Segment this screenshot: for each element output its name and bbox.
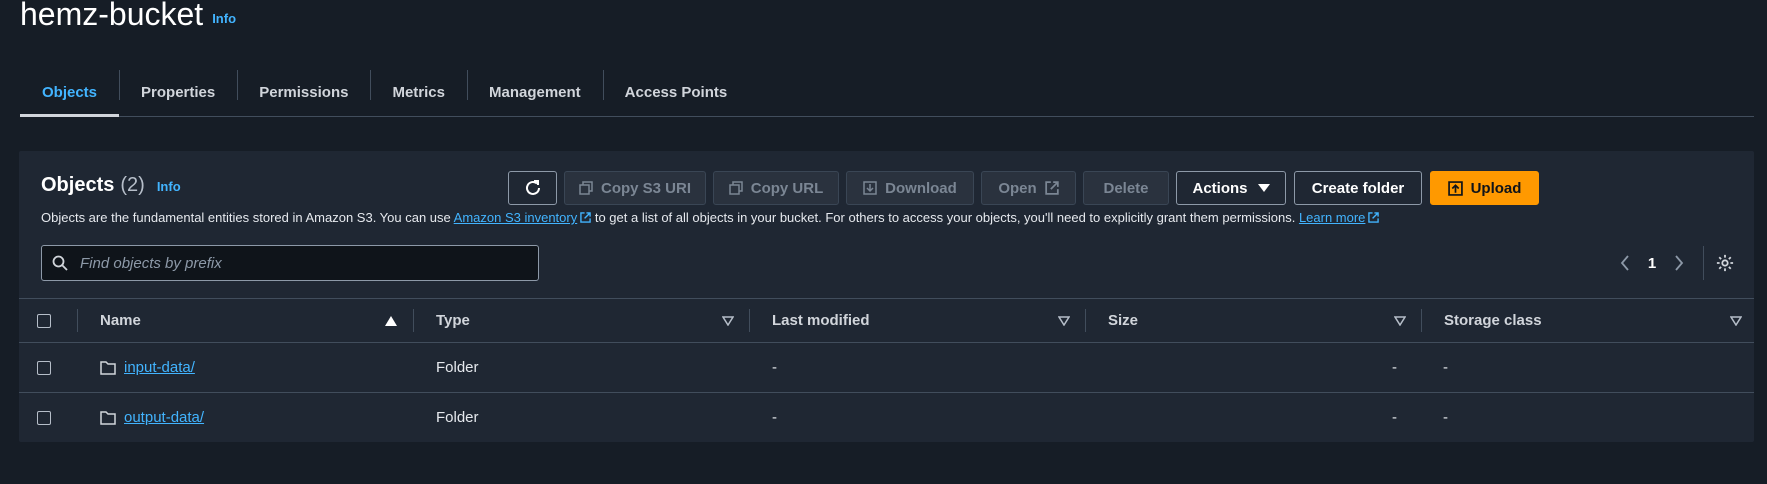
inventory-link-label: Amazon S3 inventory xyxy=(453,210,578,225)
gear-icon xyxy=(1716,254,1734,272)
select-all-checkbox[interactable] xyxy=(37,313,51,328)
row-checkbox[interactable] xyxy=(37,360,51,375)
column-header-storage-class[interactable]: Storage class xyxy=(1444,299,1542,342)
column-header-last-modified[interactable]: Last modified xyxy=(772,299,870,342)
column-header-name[interactable]: Name xyxy=(100,299,141,342)
upload-icon xyxy=(1447,180,1463,196)
tab-permissions[interactable]: Permissions xyxy=(237,68,370,116)
object-storage-class: - xyxy=(1443,359,1448,376)
object-type: Folder xyxy=(436,359,479,376)
sort-indicator-icon[interactable] xyxy=(722,316,734,326)
current-page-number[interactable]: 1 xyxy=(1639,255,1665,272)
object-last-modified: - xyxy=(772,359,777,376)
copy-icon xyxy=(579,181,593,195)
search-icon xyxy=(52,255,68,271)
object-size: - xyxy=(1392,359,1397,376)
sort-indicator-icon[interactable] xyxy=(1730,316,1742,326)
column-divider xyxy=(749,309,750,332)
actions-label: Actions xyxy=(1192,179,1248,197)
table-row: output-data/ Folder - - - xyxy=(19,393,1754,442)
tab-properties[interactable]: Properties xyxy=(119,68,237,116)
tab-metrics[interactable]: Metrics xyxy=(370,68,467,116)
caret-down-icon xyxy=(1257,184,1270,192)
objects-count: (2) xyxy=(120,174,145,196)
page-header: hemz-bucket Info xyxy=(20,0,236,32)
tab-access-points[interactable]: Access Points xyxy=(602,68,750,116)
description-text-prefix: Objects are the fundamental entities sto… xyxy=(41,210,454,225)
folder-icon xyxy=(100,360,116,375)
chevron-right-icon xyxy=(1675,255,1684,271)
copy-s3-uri-label: Copy S3 URI xyxy=(600,179,691,197)
table-header: Name Type Last modified Size Storage cla… xyxy=(19,298,1754,343)
search-box xyxy=(41,245,539,281)
bucket-tabs: Objects Properties Permissions Metrics M… xyxy=(20,68,1754,117)
folder-icon xyxy=(100,410,116,425)
column-divider xyxy=(1421,309,1422,332)
description-text-middle: to get a list of all objects in your buc… xyxy=(591,210,1299,225)
tab-objects[interactable]: Objects xyxy=(20,68,120,117)
objects-table: Name Type Last modified Size Storage cla… xyxy=(19,298,1754,442)
row-checkbox[interactable] xyxy=(37,410,51,425)
download-label: Download xyxy=(885,179,957,197)
column-header-size[interactable]: Size xyxy=(1108,299,1138,342)
open-button[interactable]: Open xyxy=(981,171,1076,205)
sort-indicator-icon[interactable] xyxy=(1394,316,1406,326)
column-divider xyxy=(413,309,414,332)
page-title: hemz-bucket xyxy=(20,0,204,32)
objects-header: Objects (2) Info xyxy=(41,174,181,197)
copy-icon xyxy=(729,181,743,195)
tab-management[interactable]: Management xyxy=(466,68,603,116)
column-divider xyxy=(77,309,78,332)
object-last-modified: - xyxy=(772,409,777,426)
external-link-icon xyxy=(580,212,592,223)
learn-more-link[interactable]: Learn more xyxy=(1298,210,1380,225)
previous-page-button[interactable] xyxy=(1611,255,1639,271)
table-row: input-data/ Folder - - - xyxy=(19,343,1754,393)
external-link-icon xyxy=(1044,181,1059,195)
sort-indicator-icon[interactable] xyxy=(1058,316,1070,326)
objects-info-link[interactable]: Info xyxy=(157,179,181,194)
object-size: - xyxy=(1392,409,1397,426)
copy-url-label: Copy URL xyxy=(750,179,824,197)
learn-more-label: Learn more xyxy=(1298,210,1366,225)
pagination: 1 xyxy=(1611,243,1734,283)
copy-s3-uri-button[interactable]: Copy S3 URI xyxy=(564,171,706,205)
object-storage-class: - xyxy=(1443,409,1448,426)
object-type: Folder xyxy=(436,409,479,426)
chevron-left-icon xyxy=(1620,255,1629,271)
column-header-type[interactable]: Type xyxy=(436,299,470,342)
object-name-link[interactable]: output-data/ xyxy=(124,409,204,426)
refresh-button[interactable] xyxy=(508,171,557,205)
external-link-icon xyxy=(1368,212,1380,223)
actions-dropdown-button[interactable]: Actions xyxy=(1176,171,1286,205)
upload-button[interactable]: Upload xyxy=(1430,171,1539,205)
sort-ascending-icon[interactable] xyxy=(385,316,397,326)
open-label: Open xyxy=(998,179,1037,197)
search-input[interactable] xyxy=(78,253,522,273)
download-button[interactable]: Download xyxy=(846,171,974,205)
amazon-s3-inventory-link[interactable]: Amazon S3 inventory xyxy=(454,210,592,225)
upload-label: Upload xyxy=(1470,179,1522,197)
download-icon xyxy=(863,181,877,195)
refresh-icon xyxy=(525,180,540,195)
header-info-link[interactable]: Info xyxy=(212,11,236,26)
delete-label: Delete xyxy=(1103,179,1149,197)
next-page-button[interactable] xyxy=(1665,255,1693,271)
column-divider xyxy=(1085,309,1086,332)
create-folder-label: Create folder xyxy=(1311,179,1405,197)
delete-button[interactable]: Delete xyxy=(1083,171,1169,205)
pagination-divider xyxy=(1703,246,1704,280)
copy-url-button[interactable]: Copy URL xyxy=(713,171,839,205)
objects-title: Objects xyxy=(41,174,115,196)
create-folder-button[interactable]: Create folder xyxy=(1294,171,1422,205)
objects-description: Objects are the fundamental entities sto… xyxy=(41,210,1380,225)
object-name-link[interactable]: input-data/ xyxy=(124,359,195,376)
table-preferences-button[interactable] xyxy=(1716,254,1734,272)
objects-panel: Objects (2) Info Objects are the fundame… xyxy=(19,151,1754,442)
